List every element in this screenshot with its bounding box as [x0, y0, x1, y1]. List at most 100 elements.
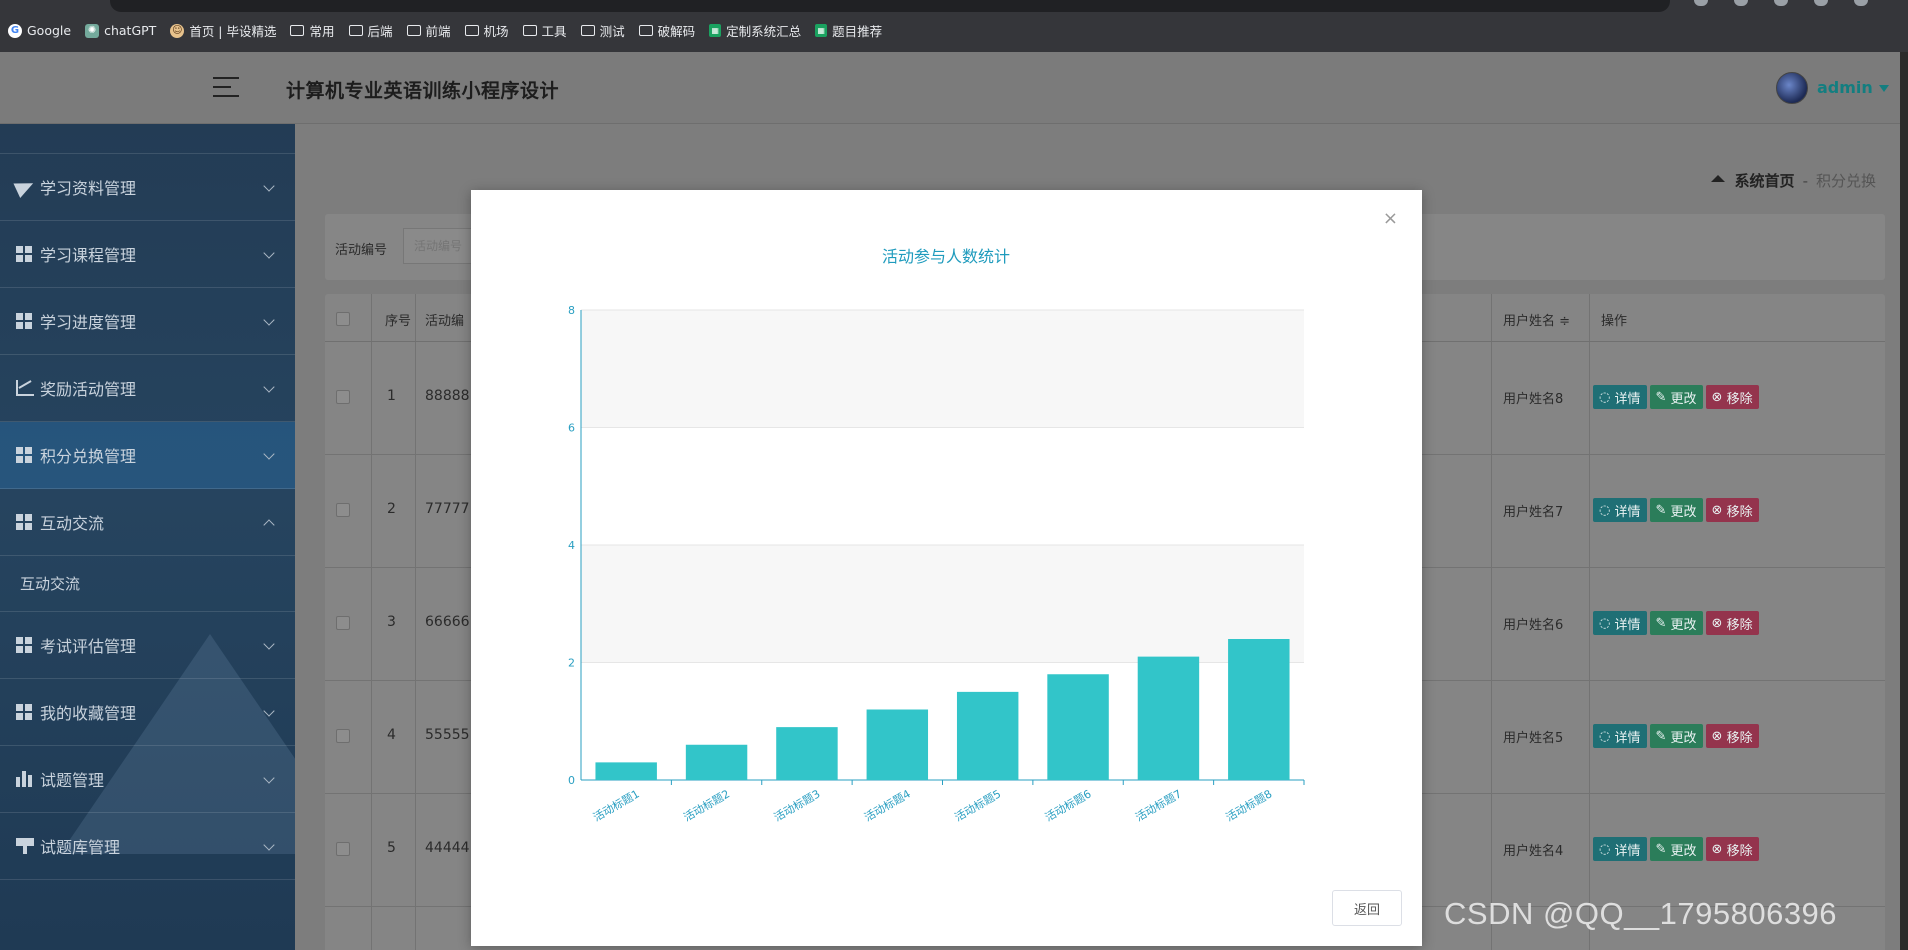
address-bar[interactable] [110, 0, 1670, 12]
delete-button[interactable]: ⊗ 移除 [1705, 837, 1759, 861]
search-icon: ◌ [1599, 502, 1615, 518]
app-title: 计算机专业英语训练小程序设计 [286, 80, 560, 102]
chevron-down-icon [263, 381, 275, 393]
sidebar-item-study-materials[interactable]: 学习资料管理 [0, 154, 295, 221]
sidebar-subitem-interaction[interactable]: 互动交流 [0, 556, 295, 612]
bookmark-label: 后端 [367, 24, 393, 39]
grid-icon [16, 313, 34, 329]
bookmark-item[interactable]: 测试 [580, 21, 625, 40]
trend-icon [16, 380, 34, 396]
y-tick-label: 2 [568, 657, 575, 670]
back-button[interactable]: 返回 [1332, 890, 1402, 926]
edit-button[interactable]: ✎ 更改 [1649, 724, 1703, 748]
menu-toggle-icon[interactable] [213, 77, 239, 99]
breadcrumb-current: 积分兑换 [1815, 172, 1876, 190]
detail-label: 详情 [1614, 504, 1641, 520]
bookmark-item[interactable]: ✺ chatGPT [85, 23, 156, 38]
sidebar-item-rewards[interactable]: 奖励活动管理 [0, 355, 295, 422]
user-menu[interactable]: admin [1817, 78, 1889, 97]
bookmark-item[interactable]: ☺ 首页 | 毕设精选 [170, 21, 276, 40]
sidebar-item-questions[interactable]: 试题管理 [0, 746, 295, 813]
chevron-up-icon [263, 519, 275, 531]
bookmark-item[interactable]: 常用 [290, 21, 335, 40]
bookmark-item[interactable]: 机场 [464, 21, 509, 40]
bookmark-item[interactable]: ▦ 题目推荐 [815, 21, 882, 40]
pencil-icon: ✎ [1655, 389, 1671, 405]
bookmark-item[interactable]: 后端 [348, 21, 393, 40]
breadcrumb-home[interactable]: 系统首页 [1735, 170, 1795, 191]
avatar-icon: ☺ [170, 23, 185, 38]
edit-label: 更改 [1670, 730, 1697, 746]
sidebar-item-label: 试题管理 [40, 771, 105, 790]
header-activity-code[interactable]: 活动编 [425, 310, 464, 329]
edit-button[interactable]: ✎ 更改 [1649, 385, 1703, 409]
detail-label: 详情 [1614, 843, 1641, 859]
row-index: 2 [387, 501, 396, 517]
row-user-name: 用户姓名7 [1503, 505, 1564, 520]
app-header: 计算机专业英语训练小程序设计 admin [0, 52, 1900, 124]
row-user-name: 用户姓名6 [1503, 618, 1564, 633]
search-icon: ◌ [1599, 389, 1615, 405]
header-user-name[interactable]: 用户姓名 ≑ [1503, 310, 1570, 329]
detail-button[interactable]: ◌ 详情 [1593, 837, 1647, 861]
delete-button[interactable]: ⊗ 移除 [1705, 385, 1759, 409]
bookmark-label: 首页 | 毕设精选 [189, 24, 277, 39]
bookmark-label: 测试 [599, 24, 625, 39]
bookmark-item[interactable]: 前端 [406, 21, 451, 40]
delete-button[interactable]: ⊗ 移除 [1705, 724, 1759, 748]
folder-icon [464, 25, 479, 36]
edit-button[interactable]: ✎ 更改 [1649, 837, 1703, 861]
sidebar-item-partial[interactable] [0, 124, 295, 154]
sidebar-item-question-bank[interactable]: 试题库管理 [0, 813, 295, 880]
bar [1228, 639, 1290, 780]
sidebar-item-label: 学习课程管理 [40, 246, 137, 265]
sidebar-item-courses[interactable]: 学习课程管理 [0, 221, 295, 288]
detail-label: 详情 [1614, 617, 1641, 633]
y-tick-label: 4 [568, 539, 575, 552]
remove-icon: ⊗ [1711, 615, 1727, 631]
bookmark-item[interactable]: 工具 [522, 21, 567, 40]
detail-button[interactable]: ◌ 详情 [1593, 724, 1647, 748]
bookmark-item[interactable]: 破解码 [638, 21, 695, 40]
grid-icon [16, 704, 34, 720]
bookmark-item[interactable]: ▦ 定制系统汇总 [709, 21, 801, 40]
search-icon: ◌ [1599, 841, 1615, 857]
sidebar-item-favorites[interactable]: 我的收藏管理 [0, 679, 295, 746]
row-actions: ◌ 详情 ✎ 更改 ⊗ 移除 [1593, 724, 1759, 748]
y-tick-label: 0 [568, 774, 575, 787]
detail-button[interactable]: ◌ 详情 [1593, 385, 1647, 409]
row-checkbox[interactable] [336, 390, 350, 404]
pencil-icon: ✎ [1655, 841, 1671, 857]
search-icon: ◌ [1599, 615, 1615, 631]
row-checkbox[interactable] [336, 503, 350, 517]
sidebar-item-points-exchange[interactable]: 积分兑换管理 [0, 422, 295, 489]
row-checkbox[interactable] [336, 729, 350, 743]
signpost-icon [16, 838, 34, 854]
sidebar-item-progress[interactable]: 学习进度管理 [0, 288, 295, 355]
sidebar-item-exams[interactable]: 考试评估管理 [0, 612, 295, 679]
sidebar-item-label: 试题库管理 [40, 838, 121, 857]
detail-button[interactable]: ◌ 详情 [1593, 498, 1647, 522]
row-checkbox[interactable] [336, 616, 350, 630]
detail-button[interactable]: ◌ 详情 [1593, 611, 1647, 635]
remove-icon: ⊗ [1711, 728, 1727, 744]
select-all-checkbox[interactable] [336, 312, 350, 326]
x-tick-label: 活动标题6 [1042, 786, 1093, 824]
row-checkbox[interactable] [336, 842, 350, 856]
delete-button[interactable]: ⊗ 移除 [1705, 498, 1759, 522]
header-index: 序号 [385, 314, 412, 329]
bookmark-label: Google [27, 23, 72, 38]
user-avatar[interactable] [1776, 72, 1808, 104]
sidebar-item-interaction[interactable]: 互动交流 [0, 489, 295, 556]
edit-button[interactable]: ✎ 更改 [1649, 611, 1703, 635]
sidebar-item-label: 考试评估管理 [40, 637, 137, 656]
scrollbar[interactable] [1900, 52, 1908, 950]
delete-label: 移除 [1726, 391, 1753, 407]
x-tick-label: 活动标题5 [952, 786, 1003, 824]
edit-button[interactable]: ✎ 更改 [1649, 498, 1703, 522]
bar-chart-icon [16, 771, 34, 787]
bookmark-label: 机场 [483, 24, 509, 39]
bookmark-item[interactable]: G Google [8, 23, 71, 38]
delete-button[interactable]: ⊗ 移除 [1705, 611, 1759, 635]
breadcrumb-separator: - [1802, 171, 1808, 190]
